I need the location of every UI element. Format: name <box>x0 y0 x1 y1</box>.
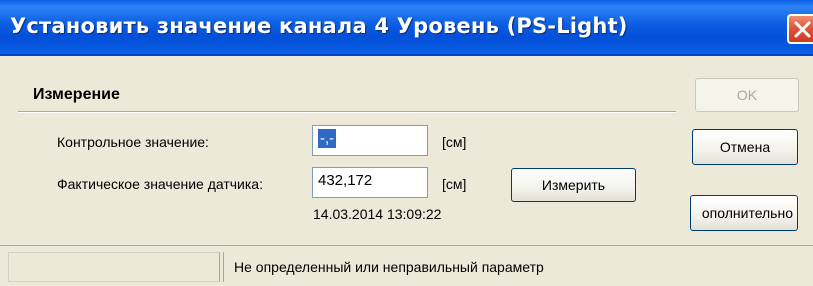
status-message: Не определенный или неправильный парамет… <box>223 252 808 282</box>
actual-value-unit: [см] <box>442 176 467 192</box>
section-divider <box>18 111 676 113</box>
measure-button[interactable]: Измерить <box>511 168 636 202</box>
status-pane-empty <box>8 252 220 282</box>
advanced-button[interactable]: ополнительно <box>690 195 798 231</box>
control-value-label: Контрольное значение: <box>57 134 209 150</box>
section-title: Измерение <box>33 86 120 103</box>
close-button[interactable] <box>787 14 813 44</box>
ok-button[interactable]: OK <box>695 78 799 112</box>
measurement-timestamp: 14.03.2014 13:09:22 <box>313 206 442 222</box>
title-bar[interactable]: Установить значение канала 4 Уровень (PS… <box>0 0 813 56</box>
control-value-unit: [см] <box>442 134 467 150</box>
control-value-text: -,- <box>318 129 337 148</box>
actual-value-input[interactable]: 432,172 <box>312 167 428 198</box>
window-title: Установить значение канала 4 Уровень (PS… <box>10 14 628 38</box>
actual-value-label: Фактическое значение датчика: <box>57 176 263 192</box>
status-bar: Не определенный или неправильный парамет… <box>0 245 813 286</box>
close-icon <box>794 21 811 38</box>
cancel-button[interactable]: Отмена <box>692 129 798 165</box>
control-value-input[interactable]: -,- <box>312 125 428 156</box>
